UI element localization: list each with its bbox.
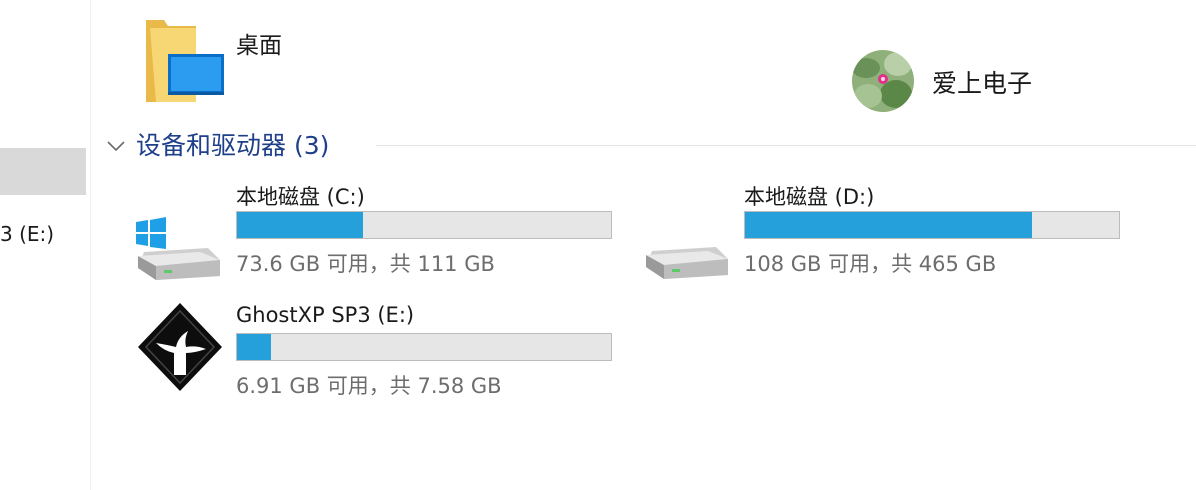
ghost-drive-icon <box>138 303 222 391</box>
group-title: 设备和驱动器 (3) <box>136 131 330 160</box>
nav-item-drive-e[interactable]: 3 (E:) <box>0 222 54 246</box>
drive-item-c[interactable]: 本地磁盘 (C:) 73.6 GB 可用，共 111 GB <box>136 181 612 281</box>
nav-selected-item[interactable] <box>0 148 86 195</box>
drive-usage-fill <box>237 334 271 360</box>
drive-item-e[interactable]: GhostXP SP3 (E:) 6.91 GB 可用，共 7.58 GB <box>136 303 612 403</box>
drive-name: 本地磁盘 (D:) <box>744 185 875 209</box>
group-header-devices[interactable]: 设备和驱动器 (3) <box>104 126 1196 166</box>
folder-name: 桌面 <box>236 33 282 59</box>
hard-drive-icon <box>646 247 728 279</box>
navigation-pane: 3 (E:) <box>0 0 90 490</box>
pane-divider[interactable] <box>90 0 91 490</box>
user-avatar <box>852 50 914 112</box>
drive-size-text: 6.91 GB 可用，共 7.58 GB <box>236 374 502 398</box>
drive-size-text: 108 GB 可用，共 465 GB <box>744 252 997 276</box>
drive-name: 本地磁盘 (C:) <box>236 185 365 209</box>
drive-item-d[interactable]: 本地磁盘 (D:) 108 GB 可用，共 465 GB <box>644 181 1120 281</box>
drive-usage-fill <box>237 212 364 238</box>
drive-usage-bar <box>744 211 1120 239</box>
user-name: 爱上电子 <box>932 69 1033 98</box>
group-divider <box>376 145 1196 146</box>
drive-name: GhostXP SP3 (E:) <box>236 303 415 327</box>
drive-usage-fill <box>745 212 1033 238</box>
windows-drive-icon <box>136 217 220 280</box>
user-folder-item[interactable]: 爱上电子 <box>852 50 1072 114</box>
drive-usage-bar <box>236 333 612 361</box>
drive-size-text: 73.6 GB 可用，共 111 GB <box>236 252 495 276</box>
drive-usage-bar <box>236 211 612 239</box>
chevron-down-icon[interactable] <box>104 134 128 158</box>
folder-item-desktop[interactable]: 桌面 <box>140 16 320 106</box>
desktop-folder-icon <box>146 20 224 102</box>
